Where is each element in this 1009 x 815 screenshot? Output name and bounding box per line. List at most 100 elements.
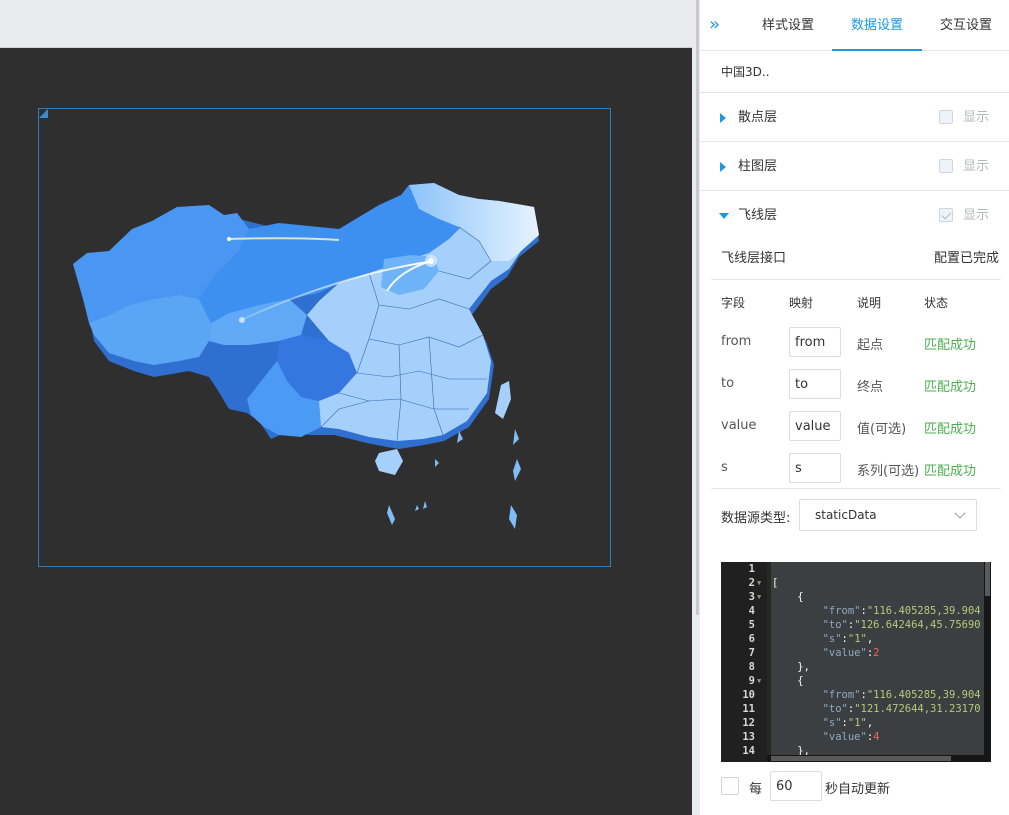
splitter[interactable] <box>692 0 700 815</box>
chevron-down-icon <box>954 507 966 519</box>
tab-style-settings[interactable]: 样式设置 <box>754 0 822 51</box>
field-status: 匹配成功 <box>924 422 977 437</box>
expand-caret-icon[interactable] <box>720 113 726 123</box>
field-mapping-input[interactable] <box>789 369 841 399</box>
code-line: "value":2 <box>822 647 880 659</box>
line-number: 8 <box>748 661 755 673</box>
line-number: 13 <box>742 731 755 743</box>
canvas-toolbar <box>0 0 692 48</box>
component-name: 中国3D.. <box>700 51 1009 93</box>
datasource-type: 数据源类型: staticData <box>711 489 1001 541</box>
collapse-caret-icon[interactable] <box>719 213 729 219</box>
panel-tabs: » 样式设置 数据设置 交互设置 <box>700 0 1009 51</box>
auto-update-suffix: 秒自动更新 <box>825 782 891 797</box>
show-checkbox[interactable] <box>939 159 953 173</box>
scroll-thumb[interactable] <box>985 562 990 596</box>
field-desc: 系列(可选) <box>857 464 920 479</box>
region-hainan <box>375 449 403 475</box>
tab-interaction-settings[interactable]: 交互设置 <box>932 0 1000 51</box>
field-name: from <box>721 334 752 349</box>
china-map-graphic <box>73 183 539 529</box>
canvas[interactable] <box>0 48 692 815</box>
scroll-thumb[interactable] <box>771 756 951 761</box>
layer-name: 散点层 <box>738 110 778 125</box>
line-number: 3 ▼ <box>748 590 762 604</box>
field-row-from: from 起点 匹配成功 <box>711 327 1001 357</box>
field-mapping-input[interactable] <box>789 453 841 483</box>
field-row-to: to 终点 匹配成功 <box>711 369 1001 399</box>
show-label: 显示 <box>963 159 990 174</box>
line-number-gutter: 1 2 ▼ 3 ▼ 4 5 6 7 8 9 ▼ 10 11 12 13 14 <box>721 562 767 762</box>
fold-arrow-icon[interactable]: ▼ <box>757 674 761 688</box>
code-line: { <box>772 675 804 687</box>
line-number: 2 ▼ <box>748 576 762 590</box>
auto-update-checkbox[interactable] <box>721 777 739 795</box>
code-line: }, <box>772 661 810 673</box>
interface-label: 飞线层接口 <box>721 251 787 266</box>
field-mapping-input[interactable] <box>789 327 841 357</box>
region-taiwan <box>495 381 511 419</box>
code-line: "s":"1", <box>822 633 874 645</box>
code-line: { <box>772 591 804 603</box>
field-mapping-input[interactable] <box>789 411 841 441</box>
code-line: "value":4 <box>822 731 880 743</box>
layer-name: 飞线层 <box>738 208 778 223</box>
china-3d-map-component[interactable] <box>38 108 611 567</box>
field-row-value: value 值(可选) 匹配成功 <box>711 411 1001 441</box>
line-number: 5 <box>748 619 755 631</box>
resize-handle-icon[interactable] <box>39 109 48 118</box>
code-line: "to":"121.472644,31.23170 <box>822 703 981 715</box>
horizontal-scrollbar[interactable] <box>767 755 991 762</box>
auto-update-seconds-input[interactable] <box>770 771 822 801</box>
field-status: 匹配成功 <box>924 338 977 353</box>
layer-flyline[interactable]: 飞线层 显示 <box>700 191 1009 240</box>
collapse-panel-icon[interactable]: » <box>709 16 725 34</box>
header-desc: 说明 <box>857 296 882 310</box>
tab-data-settings[interactable]: 数据设置 <box>832 0 922 51</box>
line-number: 9 ▼ <box>748 674 762 688</box>
line-number: 11 <box>742 703 755 715</box>
field-desc: 起点 <box>857 338 884 353</box>
field-name: to <box>721 376 735 391</box>
layer-scatter[interactable]: 散点层 显示 <box>700 93 1009 142</box>
layer-bar[interactable]: 柱图层 显示 <box>700 142 1009 191</box>
datasource-label: 数据源类型: <box>721 511 791 526</box>
field-name: s <box>721 460 728 475</box>
header-mapping: 映射 <box>789 296 814 310</box>
datasource-select[interactable]: staticData <box>799 499 977 531</box>
field-desc: 值(可选) <box>857 422 907 437</box>
auto-update-prefix: 每 <box>749 782 763 797</box>
field-name: value <box>721 418 757 433</box>
header-field: 字段 <box>721 296 746 310</box>
vertical-scrollbar[interactable] <box>984 562 991 762</box>
json-code-editor[interactable]: 1 2 ▼ 3 ▼ 4 5 6 7 8 9 ▼ 10 11 12 13 14 [ { "from":"116.4… <box>721 562 991 762</box>
auto-update: 每 秒自动更新 <box>721 771 1001 801</box>
line-number: 12 <box>742 717 755 729</box>
fold-arrow-icon[interactable]: ▼ <box>757 576 761 590</box>
interface-status: 配置已完成 <box>933 251 999 266</box>
show-label: 显示 <box>963 110 990 125</box>
line-number: 1 <box>748 563 755 575</box>
field-row-s: s 系列(可选) 匹配成功 <box>711 453 1001 483</box>
field-status: 匹配成功 <box>924 464 977 479</box>
show-label: 显示 <box>963 208 990 223</box>
line-number: 14 <box>742 745 755 757</box>
flyline-interface: 飞线层接口 配置已完成 <box>711 240 1001 280</box>
line-number: 4 <box>748 605 755 617</box>
code-lines: [ { "from":"116.405285,39.904 "to":"126.… <box>772 562 981 758</box>
field-desc: 终点 <box>857 380 884 395</box>
show-checkbox[interactable] <box>939 208 953 222</box>
code-line: [ <box>772 577 779 589</box>
code-line: "s":"1", <box>822 717 874 729</box>
code-line: "from":"116.405285,39.904 <box>822 605 981 617</box>
field-status: 匹配成功 <box>924 380 977 395</box>
show-checkbox[interactable] <box>939 110 953 124</box>
expand-caret-icon[interactable] <box>720 162 726 172</box>
header-status: 状态 <box>924 296 949 310</box>
line-number: 7 <box>748 647 755 659</box>
code-line: "to":"126.642464,45.75690 <box>822 619 981 631</box>
field-mapping-table: 字段 映射 说明 状态 from 起点 匹配成功 to 终点 匹配成功 valu… <box>711 280 1001 489</box>
datasource-selected: staticData <box>815 508 877 522</box>
fold-arrow-icon[interactable]: ▼ <box>757 590 761 604</box>
